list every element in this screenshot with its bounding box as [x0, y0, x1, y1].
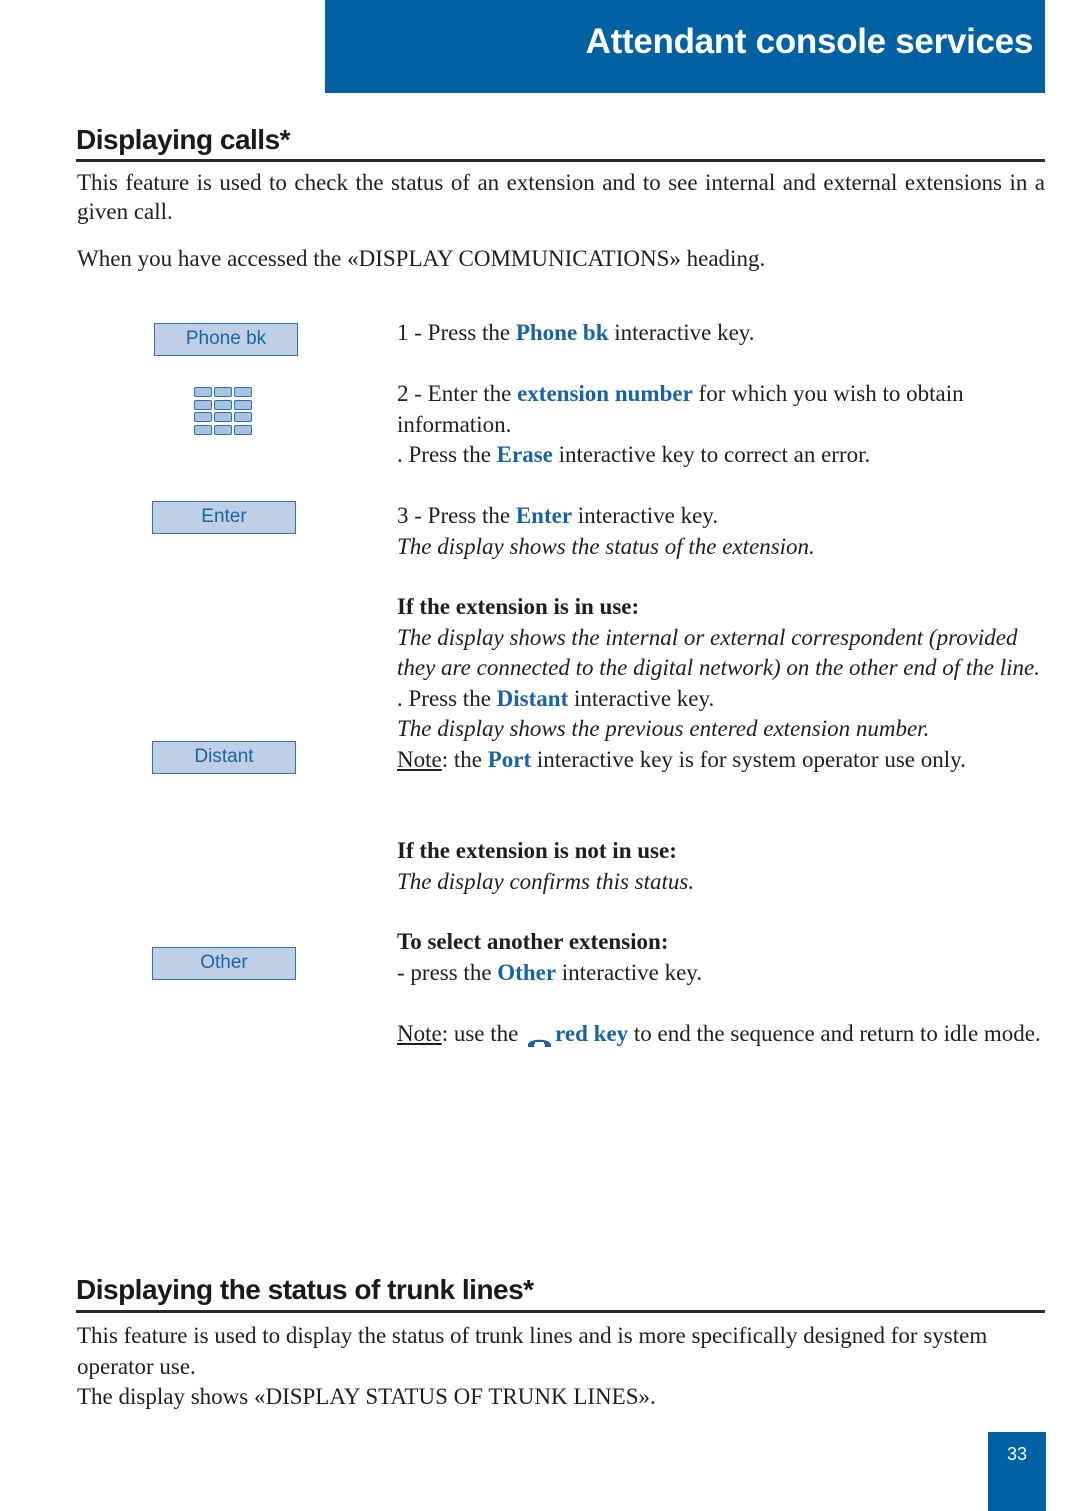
in-use-action-pre: . Press the [397, 685, 497, 711]
chapter-title: Attendant console services [585, 22, 1034, 61]
final-note-post: to end the sequence and return to idle m… [628, 1021, 1041, 1046]
section2-intro: This feature is used to display the stat… [77, 1323, 988, 1379]
other-key[interactable]: Other [152, 947, 296, 980]
step-1-keyword: Phone bk [515, 320, 609, 345]
final-note: Note: use the red key to end the sequenc… [397, 1019, 1045, 1050]
note-post: interactive key is for system operator u… [531, 746, 966, 772]
section-divider [76, 1310, 1045, 1313]
in-use-heading: If the extension is in use: [397, 594, 640, 619]
step-2: 2 - Enter the extension number for which… [397, 379, 1045, 471]
section2-display: The display shows «DISPLAY STATUS OF TRU… [77, 1384, 656, 1409]
chapter-header-band: Attendant console services [325, 0, 1045, 93]
section-divider [76, 159, 1045, 162]
in-use-block: If the extension is in use: The display … [397, 592, 1045, 775]
step-3-result: The display shows the status of the exte… [397, 533, 815, 559]
select-other-keyword: Other [497, 959, 557, 985]
enter-key[interactable]: Enter [152, 501, 296, 534]
in-use-action-post: interactive key. [568, 685, 715, 711]
step-3-keyword: Enter [515, 503, 573, 528]
not-in-use-block: If the extension is not in use: The disp… [397, 836, 1045, 897]
keypad-icon [194, 387, 254, 437]
step-1-post: interactive key. [608, 320, 755, 345]
select-other-heading: To select another extension: [397, 929, 669, 954]
not-in-use-heading: If the extension is not in use: [397, 838, 677, 863]
select-other-pre: - press the [397, 959, 498, 985]
phone-bk-key[interactable]: Phone bk [154, 323, 298, 356]
select-other-post: interactive key. [556, 959, 703, 985]
in-use-description: The display shows the internal or extern… [397, 624, 1040, 681]
select-other-block: To select another extension: - press the… [397, 927, 1045, 988]
in-use-result: The display shows the previous entered e… [397, 716, 930, 741]
step-2-pre: 2 - Enter the [397, 381, 518, 406]
section-title-displaying-calls: Displaying calls* [76, 124, 291, 155]
note-pre: : the [441, 746, 488, 772]
step-2-keyword: extension number [517, 381, 693, 406]
step-2b-keyword: Erase [496, 442, 553, 467]
in-use-action-keyword: Distant [496, 685, 569, 711]
step-2b-post: interactive key to correct an error. [552, 442, 871, 467]
final-note-pre: : use the [441, 1021, 525, 1046]
step-1-pre: 1 - Press the [397, 320, 516, 345]
note-keyword: Port [487, 746, 532, 772]
section-title-trunk-lines: Displaying the status of trunk lines* [76, 1274, 534, 1305]
final-note-label: Note [397, 1021, 442, 1046]
step-3-pre: 3 - Press the [397, 503, 516, 528]
section-intro: This feature is used to check the status… [77, 170, 1045, 224]
not-in-use-description: The display confirms this status. [397, 868, 695, 894]
page-number: 33 [988, 1432, 1046, 1511]
section-context: When you have accessed the «DISPLAY COMM… [77, 246, 766, 271]
step-2b-pre: . Press the [397, 442, 497, 467]
final-note-keyword: red key [555, 1021, 629, 1046]
note-label: Note [397, 746, 442, 772]
step-3-post: interactive key. [572, 503, 719, 528]
distant-key[interactable]: Distant [152, 741, 296, 774]
step-1: 1 - Press the Phone bk interactive key. [397, 318, 1045, 349]
hang-up-icon [526, 1027, 553, 1047]
step-3: 3 - Press the Enter interactive key. The… [397, 501, 1045, 562]
